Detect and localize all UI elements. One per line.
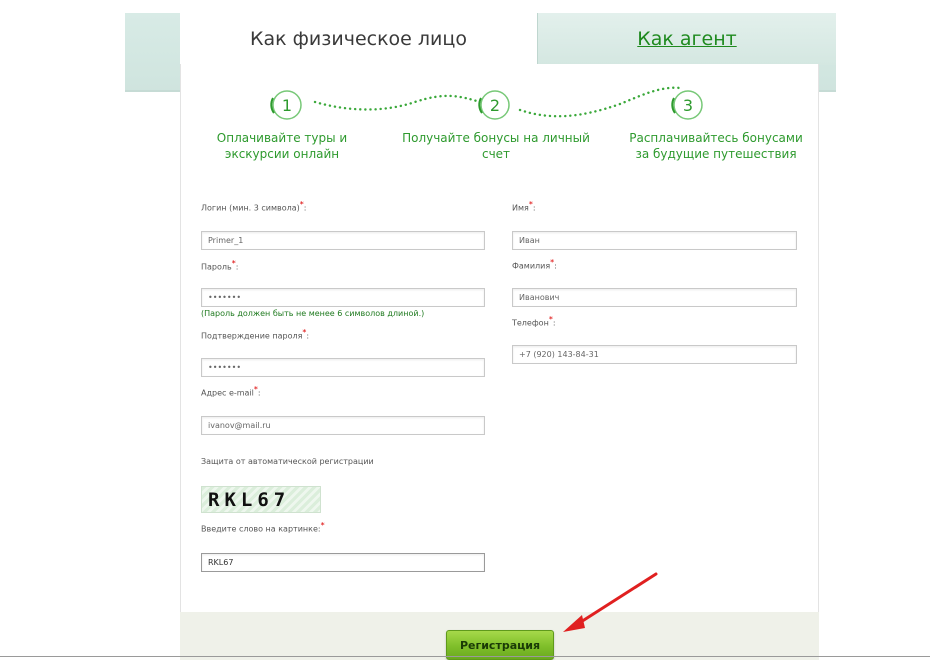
- tab-agent-label[interactable]: Как агент: [637, 28, 736, 50]
- step-text-3: Расплачивайтесь бонусами за будущие путе…: [629, 131, 803, 161]
- password-input[interactable]: •••••••: [201, 288, 485, 307]
- step-circle-3: 3: [671, 90, 703, 120]
- phone-label: Телефон*:: [512, 315, 556, 328]
- login-label: Логин (мин. 3 символа)*:: [201, 200, 307, 213]
- password-confirm-input[interactable]: •••••••: [201, 358, 485, 377]
- captcha-input[interactable]: RKL67: [201, 553, 485, 572]
- tab-individual-label: Как физическое лицо: [250, 28, 467, 50]
- last-name-input[interactable]: Иванович: [512, 288, 797, 307]
- first-name-label: Имя*:: [512, 200, 536, 213]
- step-text-2: Получайте бонусы на личный счет: [402, 131, 590, 161]
- step-text-1: Оплачивайте туры и экскурсии онлайн: [216, 131, 348, 161]
- login-input[interactable]: Primer_1: [201, 231, 485, 250]
- step-connector-2: [518, 86, 682, 118]
- captcha-image: RKL67: [201, 486, 321, 513]
- password-confirm-label: Подтверждение пароля*:: [201, 328, 310, 341]
- phone-input[interactable]: +7 (920) 143-84-31: [512, 345, 797, 364]
- captcha-input-label: Введите слово на картинке:*: [201, 521, 325, 534]
- first-name-input[interactable]: Иван: [512, 231, 797, 250]
- registration-page: Как физическое лицо Как агент 1 2 3 Опла…: [0, 0, 930, 660]
- step-number-1: 1: [282, 96, 292, 115]
- step-connector-1: [313, 94, 482, 111]
- last-name-label: Фамилия*:: [512, 258, 557, 271]
- email-input[interactable]: ivanov@mail.ru: [201, 416, 485, 435]
- red-arrow-annotation: [563, 572, 658, 632]
- password-hint: (Пароль должен быть не менее 6 символов …: [201, 309, 425, 318]
- step-number-2: 2: [490, 96, 500, 115]
- tab-agent[interactable]: Как агент: [537, 13, 836, 65]
- email-label: Адрес e-mail*:: [201, 385, 261, 398]
- tab-individual[interactable]: Как физическое лицо: [180, 13, 537, 65]
- page-bottom-rule: [0, 656, 930, 657]
- step-circle-1: 1: [270, 90, 302, 120]
- step-number-3: 3: [683, 96, 693, 115]
- captcha-image-text: RKL67: [208, 488, 291, 511]
- steps-progress: 1 2 3: [270, 86, 703, 120]
- step-circle-2: 2: [478, 90, 510, 120]
- password-label: Пароль*:: [201, 259, 239, 272]
- captcha-heading: Защита от автоматической регистрации: [201, 457, 374, 466]
